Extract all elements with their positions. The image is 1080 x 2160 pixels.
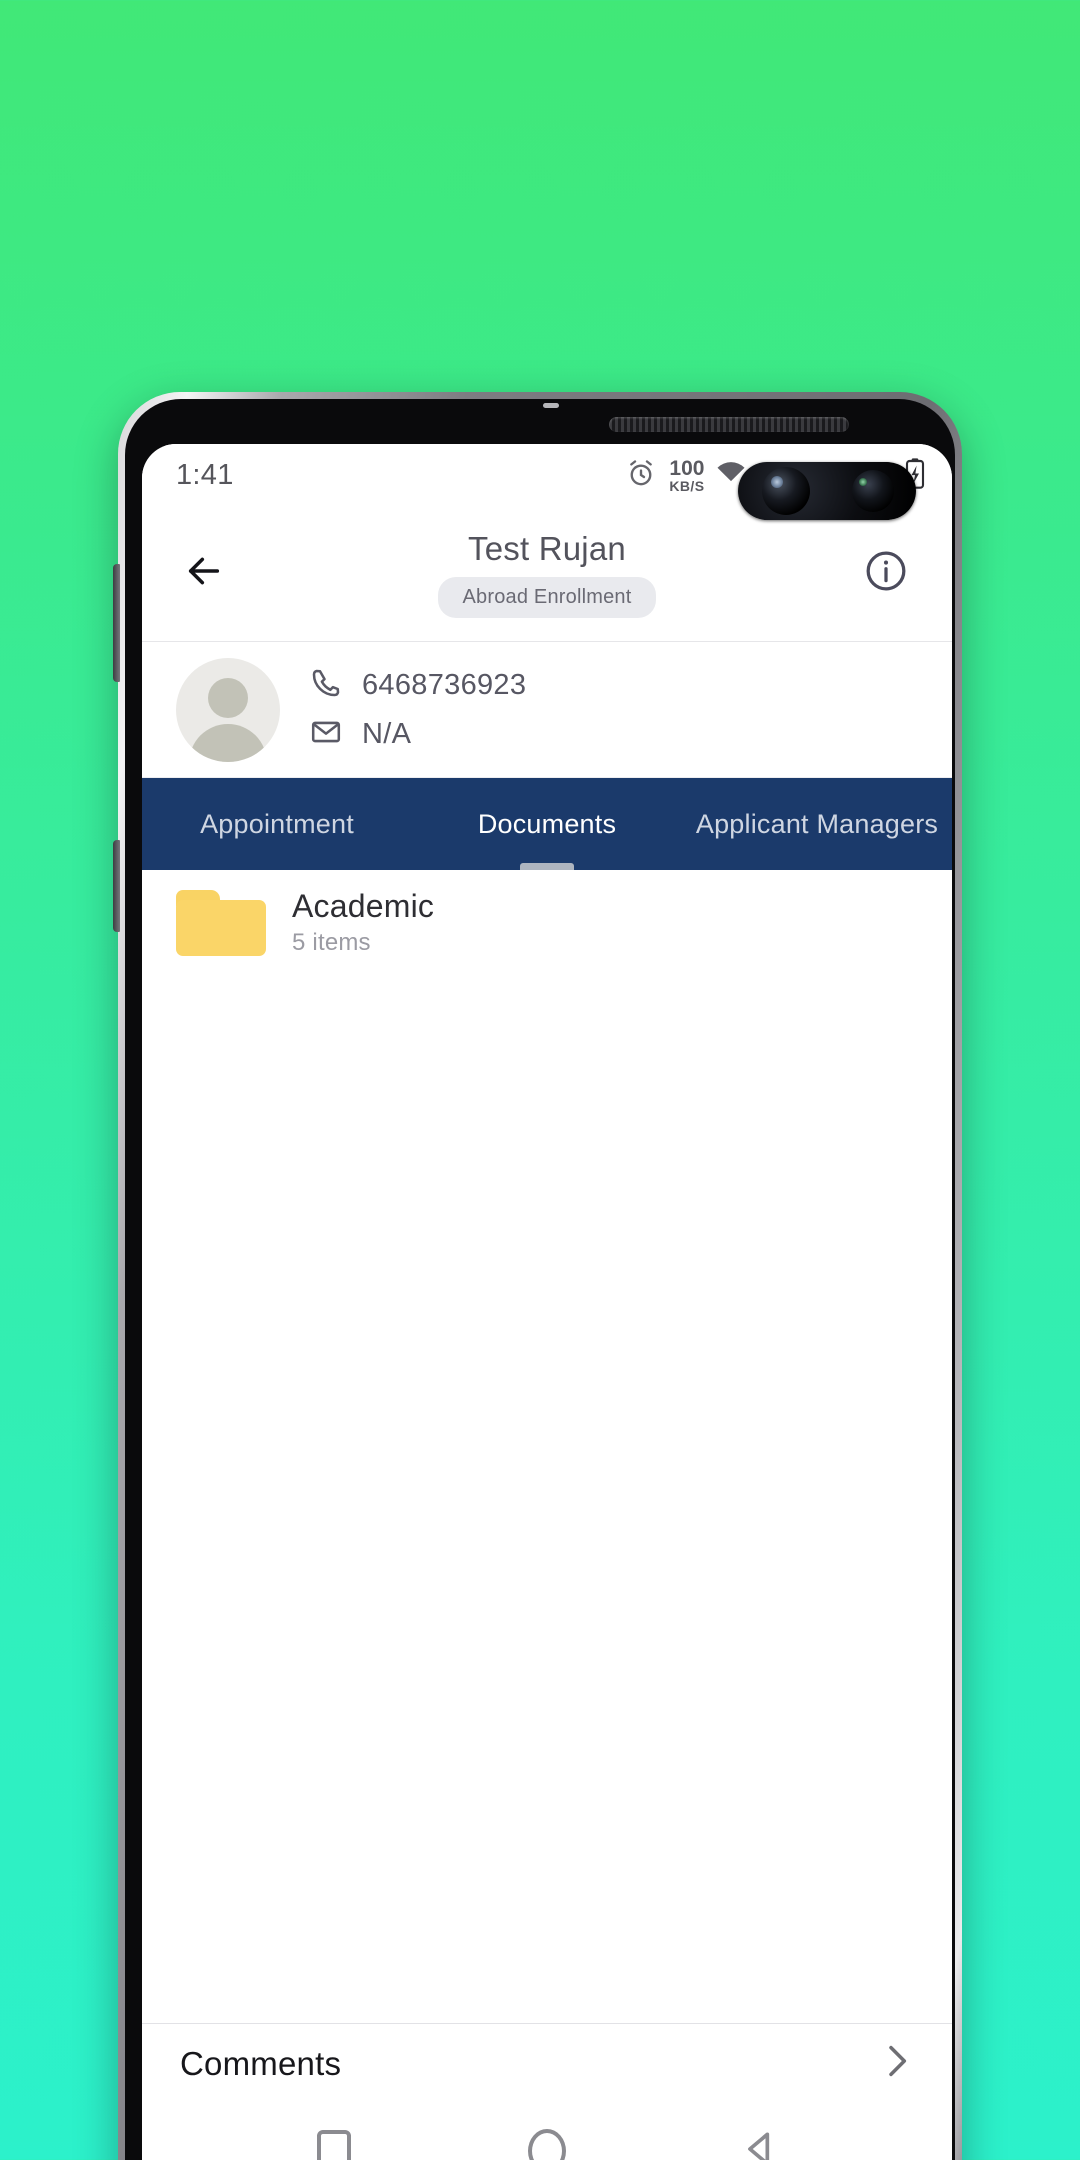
folder-item-count: 5 items bbox=[292, 929, 371, 956]
contact-summary: 6468736923 N/A bbox=[142, 642, 952, 778]
network-speed-value: 100 bbox=[669, 456, 705, 480]
tab-applicant-managers[interactable]: Applicant Managers bbox=[682, 778, 952, 870]
front-camera-lens-primary bbox=[762, 467, 810, 515]
documents-list: Academic 5 items bbox=[142, 870, 952, 2023]
phone-device: 1:41 100 KB/S Test Rujan Abroad Enrollme… bbox=[113, 392, 962, 2160]
alarm-icon bbox=[626, 458, 656, 493]
contact-phone-row[interactable]: 6468736923 bbox=[310, 667, 526, 704]
tab-appointment[interactable]: Appointment bbox=[142, 778, 412, 870]
earpiece-speaker bbox=[609, 417, 849, 432]
phone-icon bbox=[310, 667, 342, 704]
app-bar-title-group: Test Rujan Abroad Enrollment bbox=[307, 530, 787, 618]
avatar bbox=[176, 657, 280, 762]
folder-icon bbox=[176, 889, 266, 956]
page-title: Test Rujan bbox=[468, 529, 626, 567]
tab-bar: Appointment Documents Applicant Managers bbox=[142, 778, 952, 870]
status-time: 1:41 bbox=[176, 458, 234, 491]
contact-details: 6468736923 N/A bbox=[310, 667, 526, 753]
status-badge: Abroad Enrollment bbox=[438, 576, 656, 618]
home-circle-icon bbox=[527, 2129, 566, 2160]
back-arrow-icon bbox=[181, 551, 227, 596]
app-bar: Test Rujan Abroad Enrollment bbox=[142, 506, 952, 642]
home-button[interactable] bbox=[510, 2114, 584, 2160]
folder-body bbox=[176, 899, 266, 956]
back-triangle-icon bbox=[738, 2127, 782, 2160]
network-speed: 100 KB/S bbox=[669, 458, 704, 493]
phone-bezel: 1:41 100 KB/S Test Rujan Abroad Enrollme… bbox=[125, 399, 955, 2160]
proximity-sensor bbox=[543, 403, 559, 408]
folder-text: Academic 5 items bbox=[292, 888, 434, 957]
phone-screen: 1:41 100 KB/S Test Rujan Abroad Enrollme… bbox=[142, 444, 952, 2160]
recents-square-icon bbox=[317, 2130, 352, 2160]
recents-button[interactable] bbox=[297, 2114, 371, 2160]
contact-phone: 6468736923 bbox=[362, 668, 527, 701]
chevron-right-icon[interactable] bbox=[876, 2041, 916, 2086]
tab-documents[interactable]: Documents bbox=[412, 778, 682, 870]
network-speed-unit: KB/S bbox=[669, 477, 705, 494]
contact-email-row[interactable]: N/A bbox=[310, 716, 526, 753]
front-camera-lens-secondary bbox=[852, 470, 894, 512]
power-button[interactable] bbox=[113, 840, 120, 932]
back-nav-button[interactable] bbox=[723, 2114, 797, 2160]
comments-bar[interactable]: Comments bbox=[142, 2023, 952, 2103]
volume-button[interactable] bbox=[113, 564, 120, 682]
back-button[interactable] bbox=[176, 546, 232, 602]
info-button[interactable] bbox=[858, 546, 914, 602]
camera-cutout bbox=[738, 462, 916, 520]
avatar-body bbox=[189, 723, 267, 762]
list-item[interactable]: Academic 5 items bbox=[142, 870, 952, 975]
info-circle-icon bbox=[863, 548, 909, 599]
comments-label: Comments bbox=[180, 2044, 342, 2082]
folder-name: Academic bbox=[292, 888, 435, 924]
mail-icon bbox=[310, 716, 342, 753]
contact-email: N/A bbox=[362, 717, 412, 750]
avatar-head bbox=[208, 677, 248, 718]
android-nav-bar bbox=[142, 2103, 952, 2160]
